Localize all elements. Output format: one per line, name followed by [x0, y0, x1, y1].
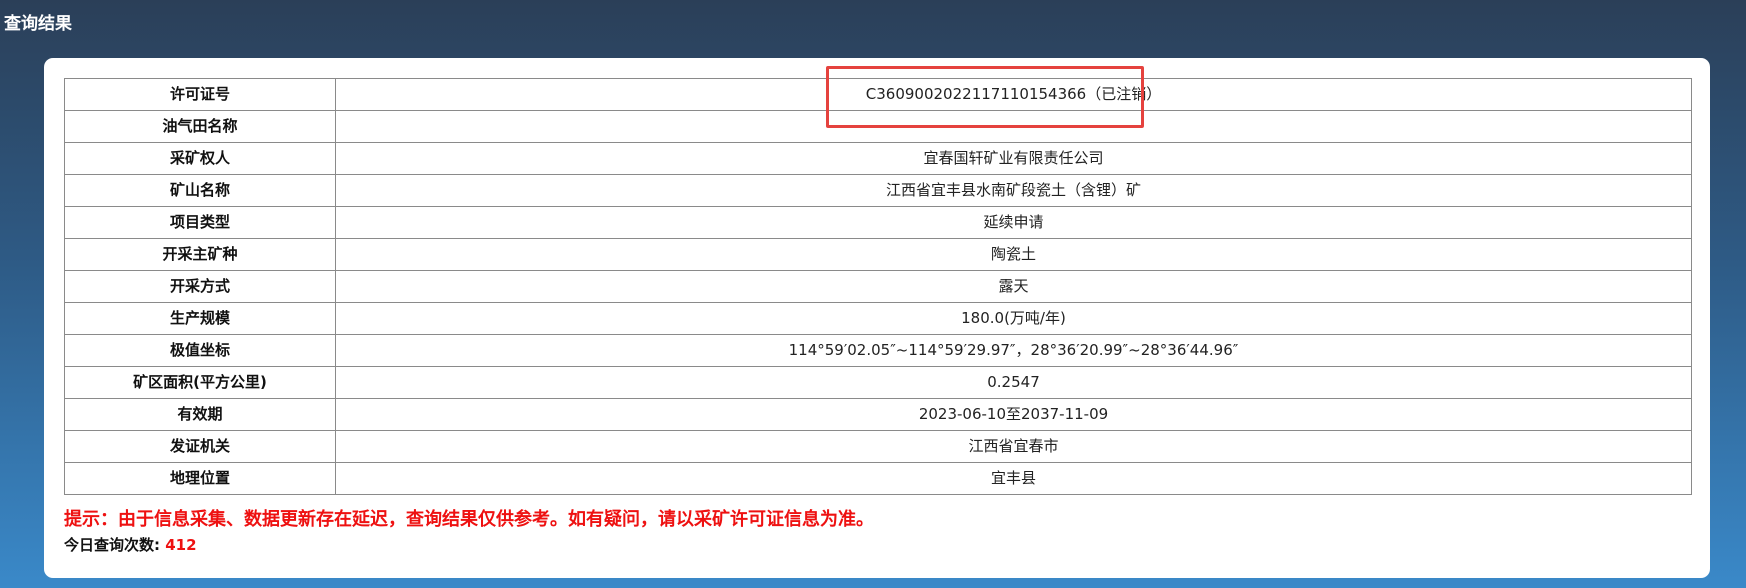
row-value-oilfield-name — [335, 110, 1692, 143]
row-label-mining-method: 开采方式 — [64, 270, 336, 303]
row-value-mining-area: 0.2547 — [335, 366, 1692, 399]
row-label-license-number: 许可证号 — [64, 78, 336, 111]
row-value-extreme-coordinates: 114°59′02.05″~114°59′29.97″，28°36′20.99″… — [335, 334, 1692, 367]
row-label-issuing-authority: 发证机关 — [64, 430, 336, 463]
row-label-mining-right-holder: 采矿权人 — [64, 142, 336, 175]
notice-text: 提示：由于信息采集、数据更新存在延迟，查询结果仅供参考。如有疑问，请以采矿许可证… — [64, 509, 874, 530]
table-row: 有效期 2023-06-10至2037-11-09 — [64, 398, 1692, 431]
table-row: 矿区面积(平方公里) 0.2547 — [64, 366, 1692, 399]
row-label-project-type: 项目类型 — [64, 206, 336, 239]
table-row: 极值坐标 114°59′02.05″~114°59′29.97″，28°36′2… — [64, 334, 1692, 367]
table-row: 采矿权人 宜春国轩矿业有限责任公司 — [64, 142, 1692, 175]
row-value-project-type: 延续申请 — [335, 206, 1692, 239]
row-value-mining-right-holder: 宜春国轩矿业有限责任公司 — [335, 142, 1692, 175]
table-row: 开采方式 露天 — [64, 270, 1692, 303]
query-counter: 今日查询次数: 412 — [64, 534, 197, 556]
row-label-production-scale: 生产规模 — [64, 302, 336, 335]
table-row: 油气田名称 — [64, 110, 1692, 143]
query-counter-value: 412 — [165, 536, 197, 554]
row-label-location: 地理位置 — [64, 462, 336, 495]
row-label-mining-area: 矿区面积(平方公里) — [64, 366, 336, 399]
table-row: 开采主矿种 陶瓷土 — [64, 238, 1692, 271]
row-label-mine-name: 矿山名称 — [64, 174, 336, 207]
row-value-production-scale: 180.0(万吨/年) — [335, 302, 1692, 335]
table-row: 许可证号 C3609002022117110154366（已注销） — [64, 78, 1692, 111]
table-row: 发证机关 江西省宜春市 — [64, 430, 1692, 463]
row-label-oilfield-name: 油气田名称 — [64, 110, 336, 143]
row-value-mining-method: 露天 — [335, 270, 1692, 303]
row-value-license-number: C3609002022117110154366（已注销） — [335, 78, 1692, 111]
page-title: 查询结果 — [4, 14, 72, 34]
row-value-mine-name: 江西省宜丰县水南矿段瓷土（含锂）矿 — [335, 174, 1692, 207]
row-value-location: 宜丰县 — [335, 462, 1692, 495]
query-counter-label: 今日查询次数: — [64, 536, 160, 554]
result-card: 许可证号 C3609002022117110154366（已注销） 油气田名称 … — [44, 58, 1710, 578]
table-row: 项目类型 延续申请 — [64, 206, 1692, 239]
row-label-extreme-coordinates: 极值坐标 — [64, 334, 336, 367]
license-info-table: 许可证号 C3609002022117110154366（已注销） 油气田名称 … — [64, 78, 1692, 495]
table-row: 地理位置 宜丰县 — [64, 462, 1692, 495]
row-value-issuing-authority: 江西省宜春市 — [335, 430, 1692, 463]
table-row: 生产规模 180.0(万吨/年) — [64, 302, 1692, 335]
row-label-main-mineral: 开采主矿种 — [64, 238, 336, 271]
row-label-validity-period: 有效期 — [64, 398, 336, 431]
table-row: 矿山名称 江西省宜丰县水南矿段瓷土（含锂）矿 — [64, 174, 1692, 207]
row-value-validity-period: 2023-06-10至2037-11-09 — [335, 398, 1692, 431]
row-value-main-mineral: 陶瓷土 — [335, 238, 1692, 271]
